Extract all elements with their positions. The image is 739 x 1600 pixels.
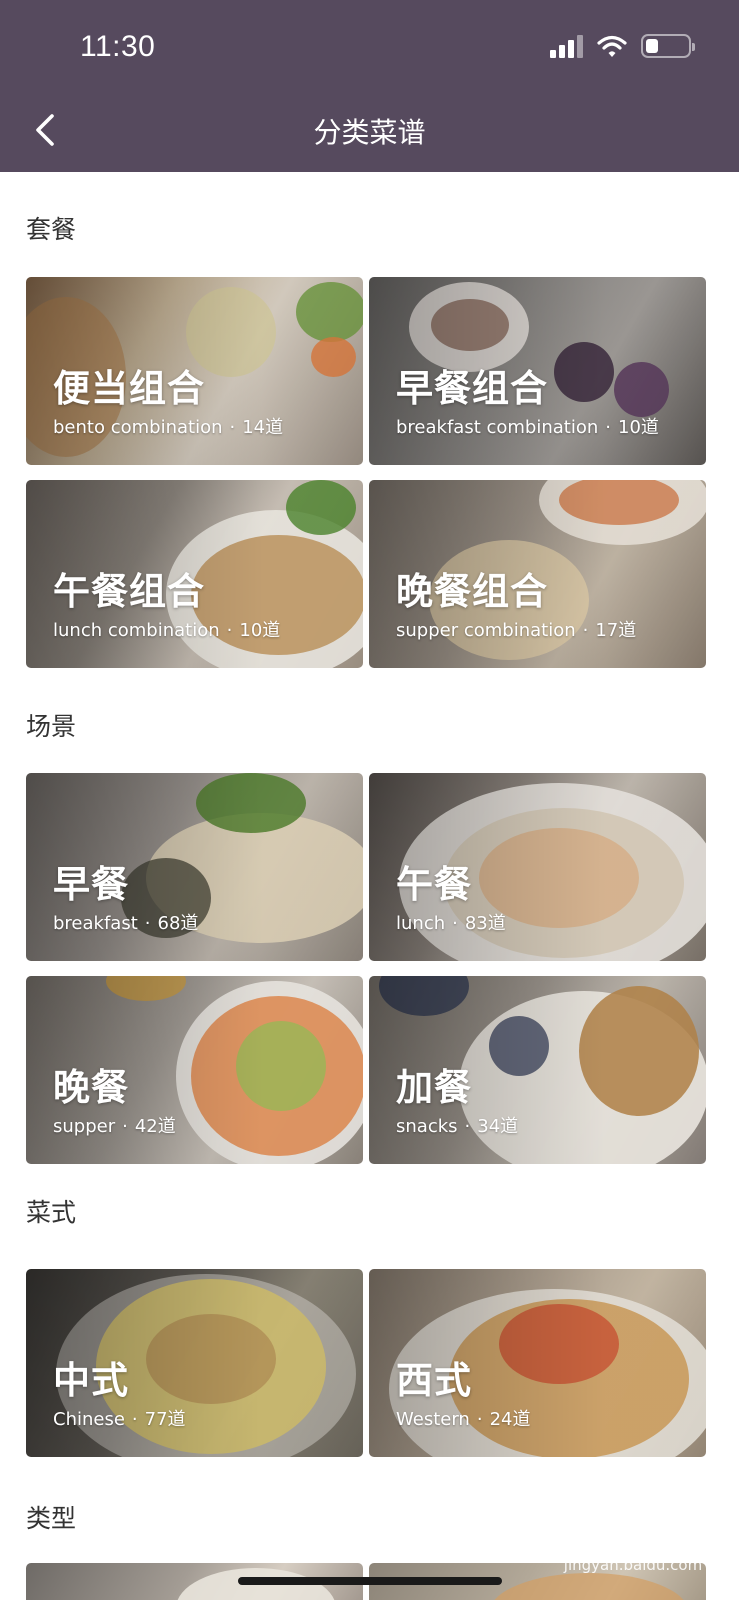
card-subtitle: breakfast · 68道 xyxy=(53,913,199,934)
card-breakfast[interactable]: 早餐 breakfast · 68道 xyxy=(26,773,363,961)
card-title: 晚餐组合 xyxy=(396,570,548,613)
wifi-icon xyxy=(597,35,627,57)
card-subtitle: supper · 42道 xyxy=(53,1116,176,1137)
card-title: 中式 xyxy=(53,1359,129,1402)
card-chinese[interactable]: 中式 Chinese · 77道 xyxy=(26,1269,363,1457)
card-title: 西式 xyxy=(396,1359,472,1402)
battery-icon xyxy=(641,34,695,58)
card-subtitle: Chinese · 77道 xyxy=(53,1409,186,1430)
card-breakfast-combination[interactable]: 早餐组合 breakfast combination · 10道 xyxy=(369,277,706,465)
card-title: 加餐 xyxy=(396,1066,472,1109)
card-bento-combination[interactable]: 便当组合 bento combination · 14道 xyxy=(26,277,363,465)
status-time: 11:30 xyxy=(80,30,156,63)
watermark-logo: Baidu经验 jingyan.baidu.com xyxy=(563,1528,703,1574)
card-subtitle: lunch · 83道 xyxy=(396,913,506,934)
card-title: 早餐 xyxy=(53,863,129,906)
status-icons xyxy=(550,34,695,58)
card-title: 午餐 xyxy=(396,863,472,906)
card-subtitle: snacks · 34道 xyxy=(396,1116,519,1137)
card-title: 便当组合 xyxy=(53,367,205,410)
card-subtitle: bento combination · 14道 xyxy=(53,417,284,438)
app-header: 11:30 分类菜谱 xyxy=(0,0,739,172)
signal-icon xyxy=(550,34,583,58)
card-western[interactable]: 西式 Western · 24道 xyxy=(369,1269,706,1457)
card-snacks[interactable]: 加餐 snacks · 34道 xyxy=(369,976,706,1164)
card-subtitle: breakfast combination · 10道 xyxy=(396,417,659,438)
section-title-type: 类型 xyxy=(26,1504,77,1533)
section-title-cuisine: 菜式 xyxy=(26,1198,77,1227)
card-lunch-combination[interactable]: 午餐组合 lunch combination · 10道 xyxy=(26,480,363,668)
card-supper[interactable]: 晚餐 supper · 42道 xyxy=(26,976,363,1164)
section-title-scene: 场景 xyxy=(26,712,77,741)
card-supper-combination[interactable]: 晚餐组合 supper combination · 17道 xyxy=(369,480,706,668)
card-title: 午餐组合 xyxy=(53,570,205,613)
section-title-combo: 套餐 xyxy=(26,215,77,244)
card-subtitle: lunch combination · 10道 xyxy=(53,620,281,641)
home-indicator[interactable] xyxy=(238,1577,502,1585)
card-lunch[interactable]: 午餐 lunch · 83道 xyxy=(369,773,706,961)
page-title: 分类菜谱 xyxy=(313,116,426,149)
card-title: 晚餐 xyxy=(53,1066,129,1109)
card-subtitle: supper combination · 17道 xyxy=(396,620,637,641)
card-subtitle: Western · 24道 xyxy=(396,1409,531,1430)
card-title: 早餐组合 xyxy=(396,367,548,410)
